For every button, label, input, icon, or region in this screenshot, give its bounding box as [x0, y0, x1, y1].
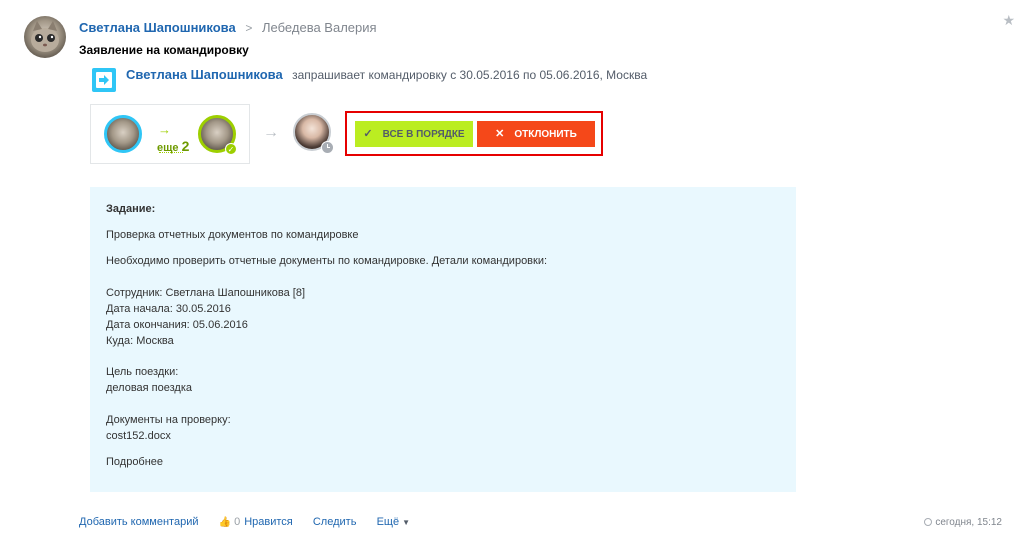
task-description: Необходимо проверить отчетные документы … [106, 255, 548, 267]
post-title: Заявление на командировку [79, 43, 249, 57]
task-destination: Куда: Москва [106, 335, 174, 347]
business-process-icon [92, 68, 116, 92]
task-docs-label: Документы на проверку: [106, 414, 231, 426]
timestamp-text: сегодня, 15:12 [935, 517, 1002, 528]
approve-button[interactable]: ✓ Все в порядке [355, 121, 473, 147]
follow-link[interactable]: Следить [313, 516, 357, 528]
process-author-link[interactable]: Светлана Шапошникова [126, 67, 283, 82]
task-subject: Проверка отчетных документов по командир… [106, 229, 359, 241]
document-link[interactable]: cost152.docx [106, 430, 171, 442]
star-icon[interactable]: ★ [1002, 12, 1015, 29]
add-comment-link[interactable]: Добавить комментарий [79, 516, 198, 528]
clock-icon [924, 518, 933, 526]
more-details-link[interactable]: Подробнее [106, 456, 163, 468]
task-details: Задание: Проверка отчетных документов по… [90, 187, 796, 492]
task-employee: Сотрудник: Светлана Шапошникова [8] [106, 287, 306, 299]
post-header: Светлана Шапошникова > Лебедева Валерия [79, 20, 377, 35]
close-icon: ✕ [495, 128, 505, 140]
process-description: Светлана Шапошникова запрашивает команди… [126, 67, 648, 83]
recipient-name[interactable]: Лебедева Валерия [262, 20, 377, 35]
arrow-right-icon: → [158, 122, 171, 137]
task-heading: Задание: [106, 203, 156, 215]
live-feed-post: Светлана Шапошникова > Лебедева Валерия … [0, 0, 1024, 547]
post-timestamp: сегодня, 15:12 [924, 517, 1002, 528]
arrow-right-icon: → [263, 124, 279, 141]
post-footer: Добавить комментарий 👍 0 Нравится Следить … [79, 516, 410, 528]
initiator-avatar[interactable] [104, 115, 142, 153]
check-icon: ✓ [225, 143, 237, 155]
more-menu-link[interactable]: Ещё ▼ [377, 516, 410, 528]
decline-label: Отклонить [514, 129, 577, 140]
task-end-date: Дата окончания: 05.06.2016 [106, 319, 248, 331]
task-purpose-label: Цель поездки: [106, 366, 179, 378]
task-start-date: Дата начала: 30.05.2016 [106, 303, 231, 315]
author-avatar[interactable] [24, 16, 66, 58]
author-link[interactable]: Светлана Шапошникова [79, 20, 236, 35]
approvers-flow: → еще 2 ✓ [90, 104, 250, 164]
approve-label: Все в порядке [382, 129, 465, 140]
action-buttons-highlight: ✓ Все в порядке ✕ Отклонить [345, 111, 603, 156]
clock-icon [321, 141, 334, 154]
more-menu-label: Ещё [376, 516, 400, 528]
decline-button[interactable]: ✕ Отклонить [477, 121, 595, 147]
cat-avatar-icon [31, 21, 59, 52]
process-text: запрашивает командировку с 30.05.2016 по… [292, 68, 648, 82]
check-icon: ✓ [363, 128, 373, 140]
more-underline [159, 152, 183, 153]
chevron-down-icon: ▼ [402, 518, 410, 527]
like-link[interactable]: Нравится [244, 516, 293, 528]
task-purpose-value: деловая поездка [106, 382, 193, 394]
thumbs-up-icon: 👍 [218, 517, 232, 528]
chevron-right-icon: > [245, 21, 253, 35]
like-count: 0 [234, 516, 241, 528]
